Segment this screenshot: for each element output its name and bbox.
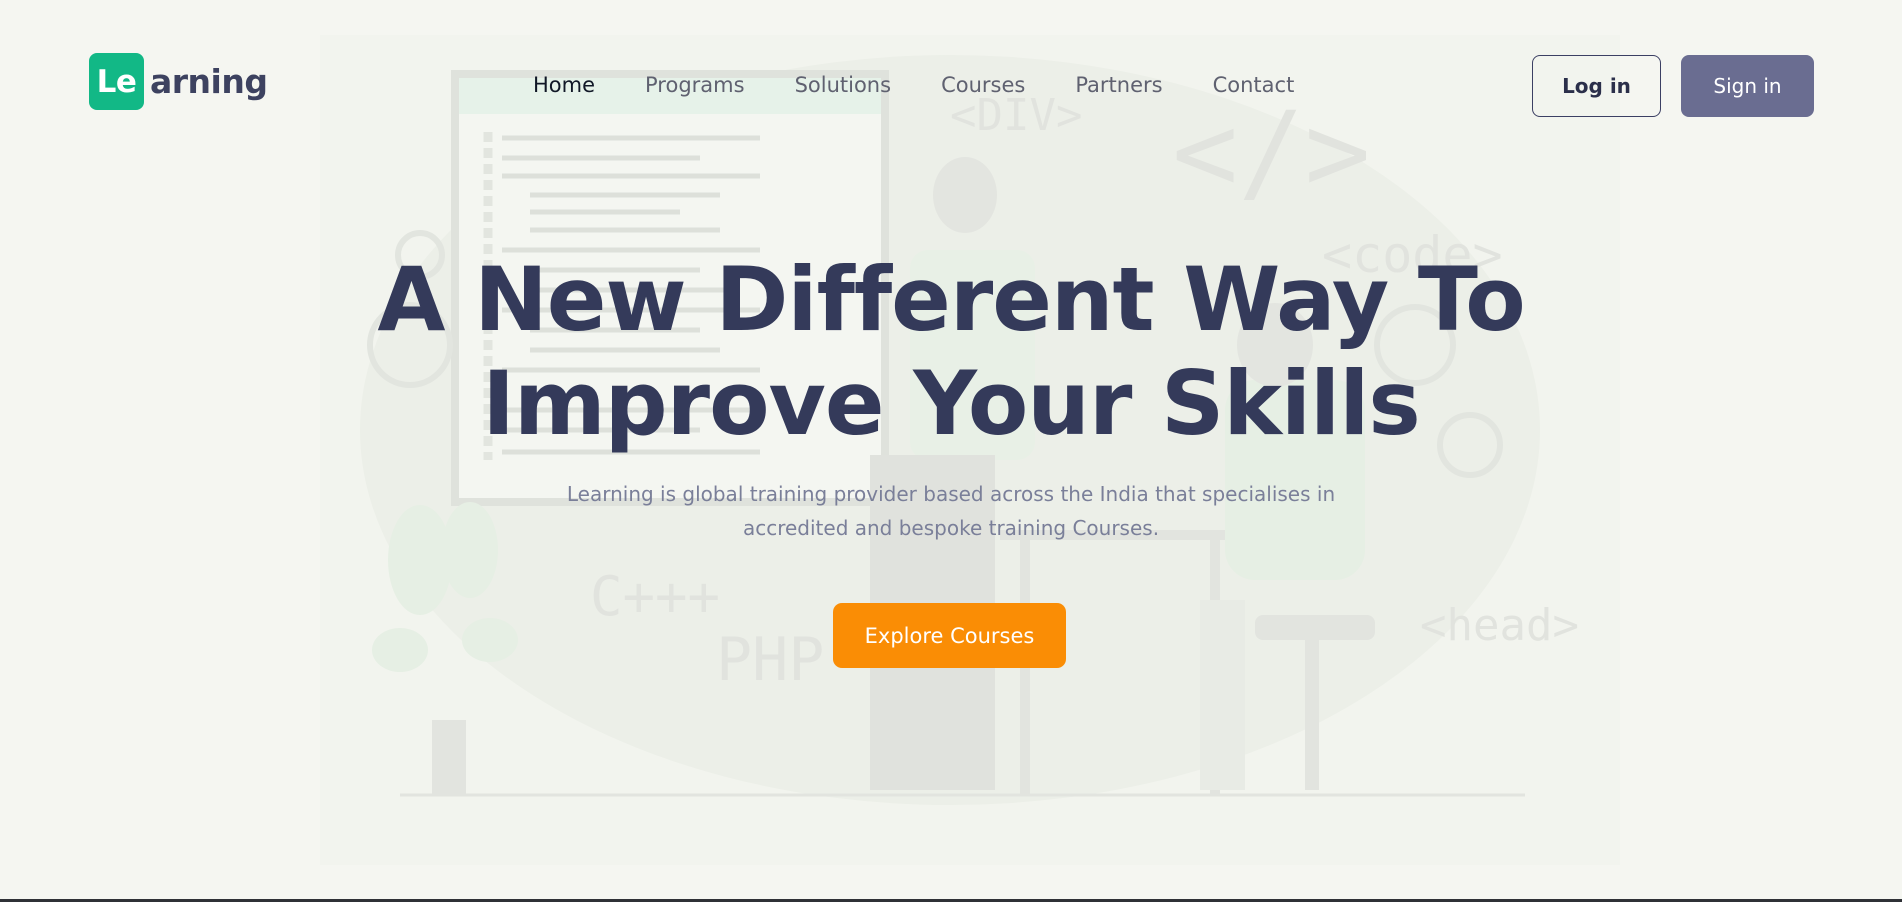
explore-courses-button[interactable]: Explore Courses bbox=[833, 603, 1066, 668]
nav-solutions[interactable]: Solutions bbox=[795, 70, 892, 100]
nav-home[interactable]: Home bbox=[533, 70, 595, 100]
code-tag-slash: </> bbox=[1172, 88, 1371, 216]
nav-courses[interactable]: Courses bbox=[941, 70, 1025, 100]
hero-title-line-1: A New Different Way To bbox=[377, 248, 1525, 351]
hero-subtitle-line-2: accredited and bespoke training Courses. bbox=[742, 516, 1160, 540]
logo-mark: Le bbox=[89, 53, 144, 110]
code-tag-php: PHP bbox=[716, 625, 824, 695]
hero-title: A New Different Way To Improve Your Skil… bbox=[0, 248, 1902, 456]
nav-contact[interactable]: Contact bbox=[1213, 70, 1295, 100]
hero-subtitle: Learning is global training provider bas… bbox=[551, 477, 1351, 545]
signin-button[interactable]: Sign in bbox=[1681, 55, 1814, 117]
nav-programs[interactable]: Programs bbox=[645, 70, 745, 100]
hero-title-line-2: Improve Your Skills bbox=[482, 352, 1421, 455]
brand-logo[interactable]: Le arning bbox=[89, 53, 268, 110]
nav-partners[interactable]: Partners bbox=[1075, 70, 1162, 100]
landing-page: <DIV> </> <code> C+++ PHP <head> Le arni… bbox=[0, 0, 1902, 902]
login-button[interactable]: Log in bbox=[1532, 55, 1661, 117]
logo-wordmark: arning bbox=[150, 62, 268, 101]
code-tag-cpp: C+++ bbox=[590, 565, 720, 628]
code-tag-head: <head> bbox=[1420, 600, 1579, 651]
hero-subtitle-line-1: Learning is global training provider bas… bbox=[566, 482, 1336, 506]
main-nav: Home Programs Solutions Courses Partners… bbox=[533, 70, 1344, 100]
